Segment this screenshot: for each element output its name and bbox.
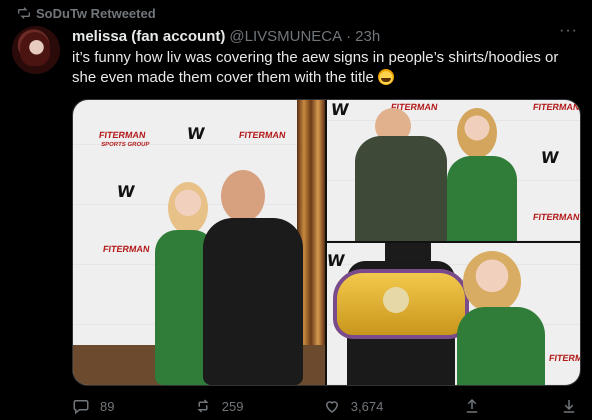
reply-button[interactable]: 89	[72, 397, 114, 415]
retweet-count: 259	[221, 398, 244, 414]
logo-fiterman: FITERMAN	[102, 244, 151, 254]
heart-icon	[325, 401, 338, 413]
tweet-actions: 89 259 3,674	[72, 396, 578, 416]
logo-fiterman: FITERMAN	[98, 130, 147, 140]
person-woman-body	[447, 156, 517, 241]
display-name[interactable]: melissa (fan account)	[72, 28, 225, 45]
like-count: 3,674	[350, 398, 384, 414]
photo-2[interactable]: W FITERMAN FITERMAN W FITERMAN	[327, 100, 580, 241]
person-woman-head	[168, 182, 208, 234]
tweet-text-content: it’s funny how liv was covering the aew …	[72, 49, 559, 86]
reply-count: 89	[100, 398, 115, 414]
media-grid[interactable]: FITERMAN SPORTS GROUP FITERMAN W W FITER…	[72, 99, 581, 386]
retweet-icon	[18, 7, 30, 19]
logo-fiterman: FITERMAN	[532, 102, 580, 112]
photo-3[interactable]: W FITERMAN	[327, 243, 580, 385]
timestamp[interactable]: 23h	[355, 28, 380, 45]
logo-fiterman: FITERMAN	[238, 130, 287, 140]
avatar-image	[20, 32, 50, 66]
like-button[interactable]: 3,674	[323, 397, 384, 415]
person-man-body	[355, 136, 447, 241]
handle[interactable]: @LIVSMUNECA	[229, 28, 342, 45]
more-options-icon[interactable]: ···	[559, 22, 578, 40]
person-woman-body	[457, 307, 545, 385]
photo-1[interactable]: FITERMAN SPORTS GROUP FITERMAN W W FITER…	[73, 100, 325, 385]
download-button[interactable]	[560, 397, 578, 415]
logo-fiterman: FITERMAN	[532, 212, 580, 222]
person-man-head	[221, 170, 265, 222]
logo-fiterman-sub: SPORTS GROUP	[100, 142, 150, 148]
logo-wwe: W	[329, 100, 350, 119]
person-man-head	[385, 243, 431, 261]
tweet-header: melissa (fan account) @LIVSMUNECA · 23h	[72, 28, 580, 45]
person-man-body	[203, 218, 303, 385]
retweet-icon	[197, 399, 209, 413]
crying-face-icon	[378, 69, 394, 85]
retweet-label[interactable]: SoDuTw Retweeted	[36, 6, 156, 21]
separator-dot: ·	[346, 28, 352, 45]
avatar[interactable]	[12, 26, 60, 74]
retweet-button[interactable]: 259	[194, 397, 244, 415]
logo-wwe: W	[185, 124, 206, 143]
logo-fiterman: FITERMAN	[548, 353, 580, 363]
share-button[interactable]	[463, 397, 481, 415]
logo-wwe: W	[327, 251, 346, 270]
logo-wwe: W	[115, 182, 136, 201]
reply-icon	[73, 400, 89, 415]
tweet-text: it’s funny how liv was covering the aew …	[72, 48, 578, 88]
person-woman-head	[457, 108, 497, 158]
person-woman-head	[463, 251, 521, 313]
logo-wwe: W	[539, 148, 560, 167]
retweet-indicator: SoDuTw Retweeted	[18, 4, 156, 22]
share-icon	[466, 398, 477, 413]
belt-center-plate	[383, 287, 409, 313]
download-icon	[563, 400, 575, 413]
